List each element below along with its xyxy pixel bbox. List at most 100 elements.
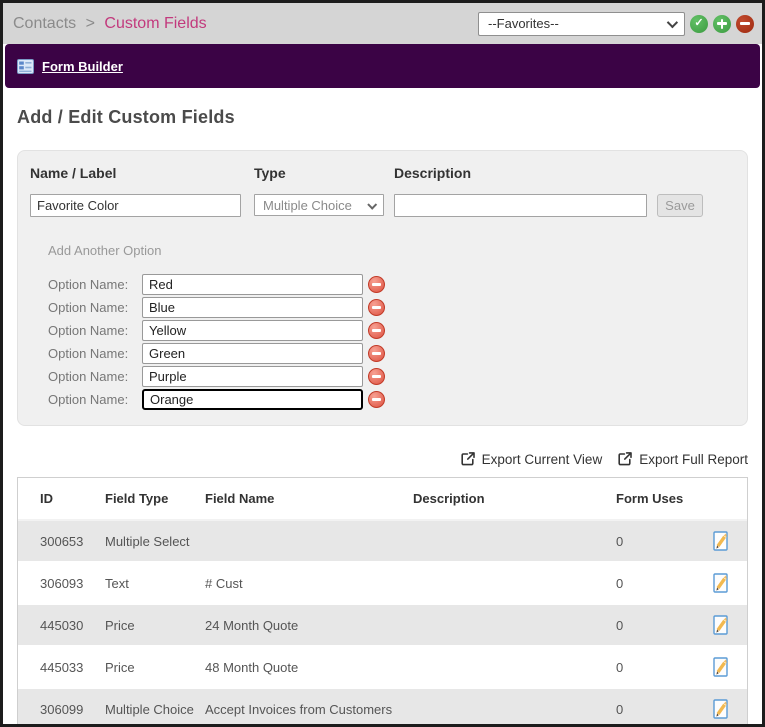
remove-option-button[interactable] <box>368 368 385 385</box>
add-icon[interactable] <box>713 14 731 33</box>
type-label: Type <box>254 165 286 181</box>
description-input[interactable] <box>394 194 647 217</box>
edit-field-button[interactable] <box>711 656 731 678</box>
option-row: Option Name: <box>30 342 735 365</box>
edit-icon <box>711 699 731 720</box>
edit-icon <box>711 615 731 636</box>
col-header-form-uses: Form Uses <box>616 491 684 506</box>
field-form: Name / Label Type Description Multiple C… <box>30 165 735 217</box>
col-header-field-name: Field Name <box>205 491 275 506</box>
breadcrumb: Contacts > Custom Fields <box>13 15 207 33</box>
option-name-input[interactable] <box>142 389 363 410</box>
cell-id: 306099 <box>40 701 84 717</box>
cell-id: 300653 <box>40 533 84 549</box>
cell-field-name: 48 Month Quote <box>205 659 299 675</box>
edit-icon <box>711 573 731 594</box>
cell-id: 445030 <box>40 617 84 633</box>
remove-option-button[interactable] <box>368 276 385 293</box>
favorites-select[interactable]: --Favorites-- <box>478 11 685 36</box>
cell-field-type: Price <box>105 659 135 675</box>
option-row: Option Name: <box>30 296 735 319</box>
cell-id: 306093 <box>40 575 84 591</box>
remove-option-button[interactable] <box>368 299 385 316</box>
remove-icon[interactable] <box>736 14 754 33</box>
table-row: 306099 Multiple Choice Accept Invoices f… <box>18 689 747 724</box>
option-name-input[interactable] <box>142 297 363 318</box>
export-icon <box>617 451 633 467</box>
breadcrumb-section[interactable]: Contacts <box>13 15 76 32</box>
edit-icon <box>711 531 731 552</box>
remove-option-button[interactable] <box>368 345 385 362</box>
cell-field-type: Multiple Select <box>105 533 190 549</box>
form-builder-link[interactable]: Form Builder <box>42 59 123 74</box>
option-name-input[interactable] <box>142 320 363 341</box>
custom-fields-table: ID Field Type Field Name Description For… <box>17 477 748 724</box>
export-actions: Export Current View Export Full Report <box>17 451 748 467</box>
export-current-view-link[interactable]: Export Current View <box>460 451 602 467</box>
top-bar: Contacts > Custom Fields --Favorites-- ✓ <box>3 3 762 44</box>
edit-icon <box>711 657 731 678</box>
breadcrumb-separator: > <box>85 14 95 32</box>
main-content: Add / Edit Custom Fields Name / Label Ty… <box>3 88 762 724</box>
option-row: Option Name: <box>30 365 735 388</box>
option-name-label: Option Name: <box>48 300 129 315</box>
option-row: Option Name: <box>30 273 735 296</box>
cell-form-uses: 0 <box>616 659 624 675</box>
table-row: 306093 Text # Cust 0 <box>18 563 747 605</box>
custom-field-form-panel: Name / Label Type Description Multiple C… <box>17 150 748 426</box>
cell-form-uses: 0 <box>616 617 624 633</box>
options-list: Option Name: Option Name: <box>30 273 735 411</box>
table-row: 300653 Multiple Select 0 <box>18 521 747 563</box>
option-name-label: Option Name: <box>48 369 129 384</box>
cell-field-type: Price <box>105 617 135 633</box>
table-row: 445033 Price 48 Month Quote 0 <box>18 647 747 689</box>
topbar-actions: --Favorites-- ✓ <box>478 11 754 36</box>
edit-field-button[interactable] <box>711 572 731 594</box>
add-another-option-link[interactable]: Add Another Option <box>48 243 161 258</box>
edit-field-button[interactable] <box>711 614 731 636</box>
chevron-down-icon <box>666 16 679 28</box>
col-header-description: Description <box>413 491 485 506</box>
export-icon <box>460 451 476 467</box>
cell-field-name: # Cust <box>205 575 243 591</box>
table-row: 445030 Price 24 Month Quote 0 <box>18 605 747 647</box>
export-full-report-link[interactable]: Export Full Report <box>617 451 748 467</box>
chevron-down-icon <box>367 199 378 210</box>
col-header-field-type: Field Type <box>105 491 169 506</box>
cell-form-uses: 0 <box>616 533 624 549</box>
cell-id: 445033 <box>40 659 84 675</box>
form-builder-icon <box>17 58 34 74</box>
remove-option-button[interactable] <box>368 322 385 339</box>
remove-option-button[interactable] <box>368 391 385 408</box>
save-button[interactable]: Save <box>657 194 703 217</box>
nav-bar: Form Builder <box>5 44 760 88</box>
type-select[interactable]: Multiple Choice <box>254 194 384 216</box>
option-name-input[interactable] <box>142 274 363 295</box>
description-label: Description <box>394 165 472 181</box>
confirm-icon[interactable]: ✓ <box>690 14 708 33</box>
page-title: Add / Edit Custom Fields <box>17 107 235 127</box>
option-name-label: Option Name: <box>48 346 129 361</box>
cell-field-type: Multiple Choice <box>105 701 194 717</box>
edit-field-button[interactable] <box>711 530 731 552</box>
option-name-label: Option Name: <box>48 392 129 407</box>
breadcrumb-page: Custom Fields <box>104 14 207 32</box>
option-row: Option Name: <box>30 319 735 342</box>
app-window: Contacts > Custom Fields --Favorites-- ✓ <box>0 0 765 727</box>
option-name-label: Option Name: <box>48 323 129 338</box>
cell-form-uses: 0 <box>616 701 624 717</box>
cell-form-uses: 0 <box>616 575 624 591</box>
cell-field-type: Text <box>105 575 129 591</box>
option-name-label: Option Name: <box>48 277 129 292</box>
favorites-select-value: --Favorites-- <box>488 16 559 31</box>
name-input[interactable] <box>30 194 241 217</box>
col-header-id: ID <box>40 491 53 506</box>
table-header-row: ID Field Type Field Name Description For… <box>18 478 747 521</box>
cell-field-name: Accept Invoices from Customers <box>205 701 393 717</box>
edit-field-button[interactable] <box>711 698 731 720</box>
option-name-input[interactable] <box>142 343 363 364</box>
option-name-input[interactable] <box>142 366 363 387</box>
type-select-value: Multiple Choice <box>263 197 352 213</box>
cell-field-name: 24 Month Quote <box>205 617 299 633</box>
option-row: Option Name: <box>30 388 735 411</box>
